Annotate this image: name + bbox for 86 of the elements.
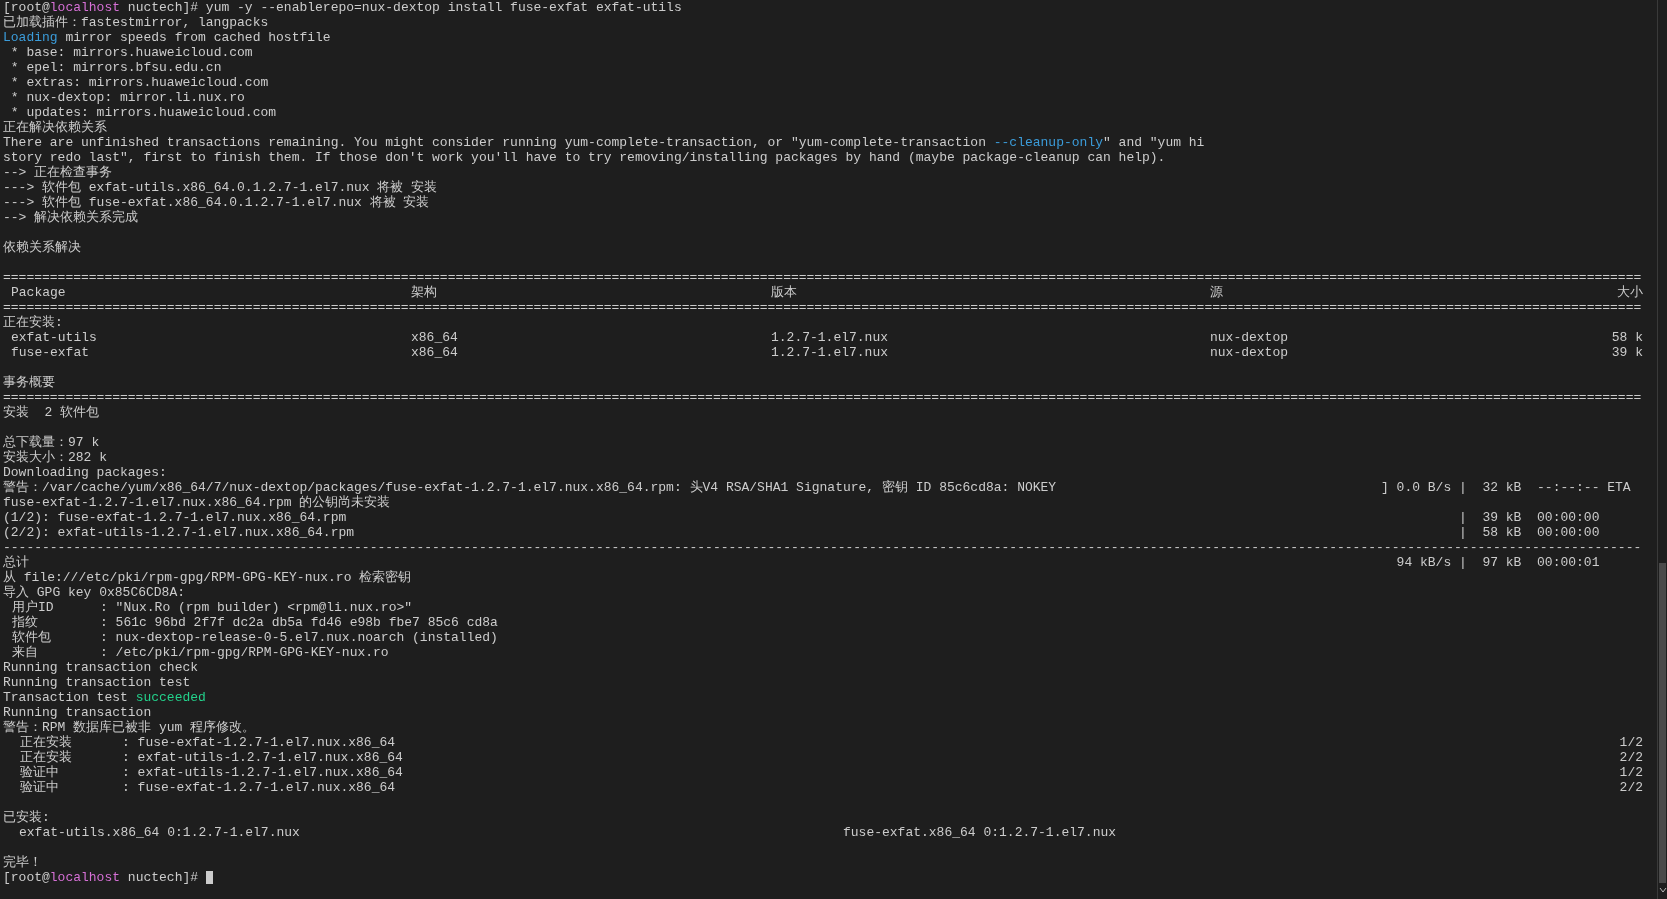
terminal-line: 依赖关系解决: [3, 240, 82, 255]
terminal-line: 正在解决依赖关系: [3, 120, 108, 135]
chevron-down-icon[interactable]: [1658, 887, 1667, 893]
terminal-line: ==================================================================================================================================================================================================================: [3, 300, 1643, 315]
table-cell-text: 版本: [771, 285, 798, 300]
transfer-stats: | 58 kB 00:00:00: [1458, 525, 1601, 540]
step-count: 2/2: [1619, 780, 1643, 795]
installed-package: fuse-exfat.x86_64 0:1.2.7-1.el7.nux: [843, 825, 1117, 840]
table-cell-text: Package: [10, 285, 67, 300]
table-cell: 大小: [1617, 285, 1643, 300]
field-value: : 561c 96bd 2f7f dc2a db5a fd46 e98b fbe7 85c6 cd8a: [100, 615, 498, 630]
terminal-line: 警告：RPM 数据库已被非 yum 程序修改。: [3, 720, 257, 735]
field-label: 指纹: [11, 615, 39, 630]
table-cell-text: 源: [1210, 285, 1224, 300]
transfer-stats: | 39 kB 00:00:00: [1458, 510, 1601, 525]
terminal-line: Running transaction test: [3, 675, 192, 690]
step-value: : exfat-utils-1.2.7-1.el7.nux.x86_64: [122, 750, 404, 765]
terminal-line: 正在安装:: [3, 315, 64, 330]
terminal-line: 总计: [3, 555, 29, 570]
terminal-line: Running transaction: [3, 705, 153, 720]
terminal-line: 从 file:///etc/pki/rpm-gpg/RPM-GPG-KEY-nux.ro 检索密钥: [3, 570, 413, 585]
terminal-line: 警告：/var/cache/yum/x86_64/7/nux-dextop/packages/fuse-exfat-1.2.7-1.el7.nux.x86_64.rpm: 头V4 RSA/SHA1 Signature, 密钥 ID 85c6cd8a: NOKEY: [3, 480, 1057, 495]
field-label: 来自: [11, 645, 39, 660]
field-value: : /etc/pki/rpm-gpg/RPM-GPG-KEY-nux.ro: [100, 645, 389, 660]
field-label: 用户ID: [11, 600, 55, 615]
step-value: : fuse-exfat-1.2.7-1.el7.nux.x86_64: [122, 735, 397, 750]
terminal-line: * extras: mirrors.huaweicloud.com: [9, 75, 270, 90]
table-cell-text: x86_64: [411, 330, 459, 345]
terminal-line: 完毕！: [3, 855, 43, 870]
terminal-line: Running transaction check: [3, 660, 200, 675]
field-value: : nux-dextop-release-0-5.el7.nux.noarch (installed): [100, 630, 498, 645]
table-cell-text: 架构: [411, 285, 438, 300]
terminal-line: (1/2): fuse-exfat-1.2.7-1.el7.nux.x86_64.rpm: [3, 510, 347, 525]
terminal-line: ==================================================================================================================================================================================================================: [3, 390, 1643, 405]
transfer-stats: ] 0.0 B/s | 32 kB --:--:-- ETA: [1381, 480, 1632, 495]
terminal-line: ---> 软件包 fuse-exfat.x86_64.0.1.2.7-1.el7.nux 将被 安装: [3, 195, 431, 210]
terminal-line: Transaction test succeeded: [3, 690, 207, 705]
table-cell-text: 1.2.7-1.el7.nux: [771, 330, 890, 345]
terminal-line: 总下载量：97 k: [3, 435, 101, 450]
step-count: 1/2: [1619, 765, 1643, 780]
terminal-line: Loading mirror speeds from cached hostfile: [3, 30, 332, 45]
terminal-line: 导入 GPG key 0x85C6CD8A:: [3, 585, 187, 600]
step-value: : exfat-utils-1.2.7-1.el7.nux.x86_64: [122, 765, 404, 780]
terminal-line: * epel: mirrors.bfsu.edu.cn: [9, 60, 223, 75]
terminal-line: Downloading packages:: [3, 465, 168, 480]
step-count: 2/2: [1619, 750, 1643, 765]
step-label: 正在安装: [19, 750, 73, 765]
terminal-line: 已安装:: [3, 810, 51, 825]
installed-package: exfat-utils.x86_64 0:1.2.7-1.el7.nux: [18, 825, 301, 840]
step-label: 正在安装: [19, 735, 73, 750]
prompt-text: [root@localhost nuctech]#: [3, 870, 200, 885]
terminal-line: * base: mirrors.huaweicloud.com: [9, 45, 254, 60]
table-cell-text: nux-dextop: [1210, 330, 1289, 345]
terminal-line: (2/2): exfat-utils-1.2.7-1.el7.nux.x86_64.rpm: [3, 525, 355, 540]
terminal-line: There are unfinished transactions remaining. You might consider running yum-complete-transaction, or "yum-complete-transaction --cleanup-only" and "yum hi: [3, 135, 1206, 150]
terminal-line: --> 正在检查事务: [3, 165, 114, 180]
terminal-line: --> 解决依赖关系完成: [3, 210, 140, 225]
table-cell-text: nux-dextop: [1210, 345, 1289, 360]
terminal-line: [root@localhost nuctech]# yum -y --enablerepo=nux-dextop install fuse-exfat exfat-utils: [3, 0, 683, 15]
table-cell-text: exfat-utils: [10, 330, 98, 345]
cursor-icon: [205, 871, 213, 884]
table-cell-text: x86_64: [411, 345, 459, 360]
terminal-line: story redo last", first to finish them. If those don't work you'll have to try removing/installing packages by hand (maybe package-cleanup can help).: [3, 150, 1167, 165]
terminal-line: fuse-exfat-1.2.7-1.el7.nux.x86_64.rpm 的公钥尚未安装: [3, 495, 392, 510]
table-cell: 39 k: [1611, 345, 1643, 360]
terminal-line: 安装 2 软件包: [3, 405, 101, 420]
terminal-line: ==================================================================================================================================================================================================================: [3, 270, 1643, 285]
terminal-line: 已加载插件：fastestmirror, langpacks: [3, 15, 270, 30]
transfer-stats: 94 kB/s | 97 kB 00:00:01: [1395, 555, 1601, 570]
table-cell: 58 k: [1611, 330, 1643, 345]
scrollbar-thumb[interactable]: [1659, 563, 1666, 883]
step-label: 验证中: [19, 780, 60, 795]
terminal-line: * nux-dextop: mirror.li.nux.ro: [9, 90, 246, 105]
step-value: : fuse-exfat-1.2.7-1.el7.nux.x86_64: [122, 780, 397, 795]
field-label: 软件包: [11, 630, 52, 645]
terminal-line: * updates: mirrors.huaweicloud.com: [9, 105, 278, 120]
terminal-line: 安装大小：282 k: [3, 450, 108, 465]
terminal-line: ------------------------------------------------------------------------------------------------------------------------------------------------------------------------------------------------------------------: [3, 540, 1643, 555]
table-cell-text: fuse-exfat: [10, 345, 90, 360]
terminal-line: 事务概要: [3, 375, 56, 390]
step-label: 验证中: [19, 765, 60, 780]
step-count: 1/2: [1619, 735, 1643, 750]
scrollbar[interactable]: [1657, 0, 1667, 899]
field-value: : "Nux.Ro (rpm builder) <rpm@li.nux.ro>": [100, 600, 413, 615]
terminal-line: ---> 软件包 exfat-utils.x86_64.0.1.2.7-1.el7.nux 将被 安装: [3, 180, 439, 195]
table-cell-text: 1.2.7-1.el7.nux: [771, 345, 890, 360]
